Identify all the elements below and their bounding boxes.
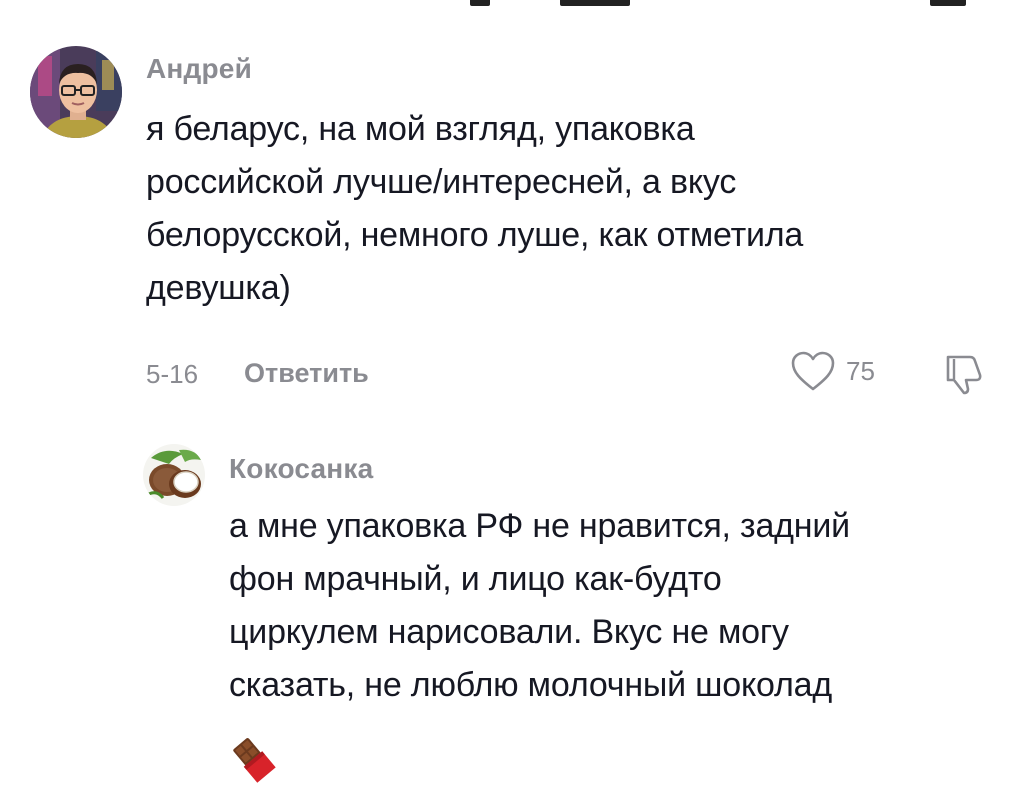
cut-off-header (0, 0, 1024, 12)
heart-outline-icon (791, 351, 835, 391)
comment-text-line: а мне упаковка РФ не нравится, задний (229, 507, 850, 545)
comment-text-line: девушка) (146, 269, 291, 307)
comment-text-line: фон мрачный, и лицо как-будто (229, 560, 722, 598)
avatar[interactable] (30, 46, 122, 138)
comment-text-line: я беларус, на мой взгляд, упаковка (146, 110, 695, 148)
comment-text-line: белорусской, немного луше, как отметила (146, 216, 804, 254)
comment-text-line: российской лучше/интересней, а вкус (146, 163, 737, 201)
comment-text: а мне упаковка РФ не нравится, задний фо… (229, 500, 1009, 712)
man-with-glasses-avatar-icon (30, 46, 122, 138)
comment-author[interactable]: Кокосанка (229, 453, 373, 485)
comment-author[interactable]: Андрей (146, 53, 252, 85)
coconut-avatar-icon (143, 444, 205, 506)
avatar[interactable] (143, 444, 205, 506)
chocolate-bar-emoji-icon (229, 735, 277, 788)
like-count: 75 (846, 355, 875, 386)
comment-text-line: циркулем нарисовали. Вкус не могу (229, 613, 789, 651)
dislike-button[interactable] (940, 351, 986, 402)
thumbs-down-outline-icon (946, 355, 982, 395)
reply-button[interactable]: Ответить (244, 358, 369, 389)
comment-date: 5-16 (146, 359, 199, 389)
like-button[interactable]: 75 (790, 350, 875, 392)
comment-text-line: сказать, не люблю молочный шоколад (229, 666, 832, 704)
comment-text: я беларус, на мой взгляд, упаковка росси… (146, 103, 1006, 315)
